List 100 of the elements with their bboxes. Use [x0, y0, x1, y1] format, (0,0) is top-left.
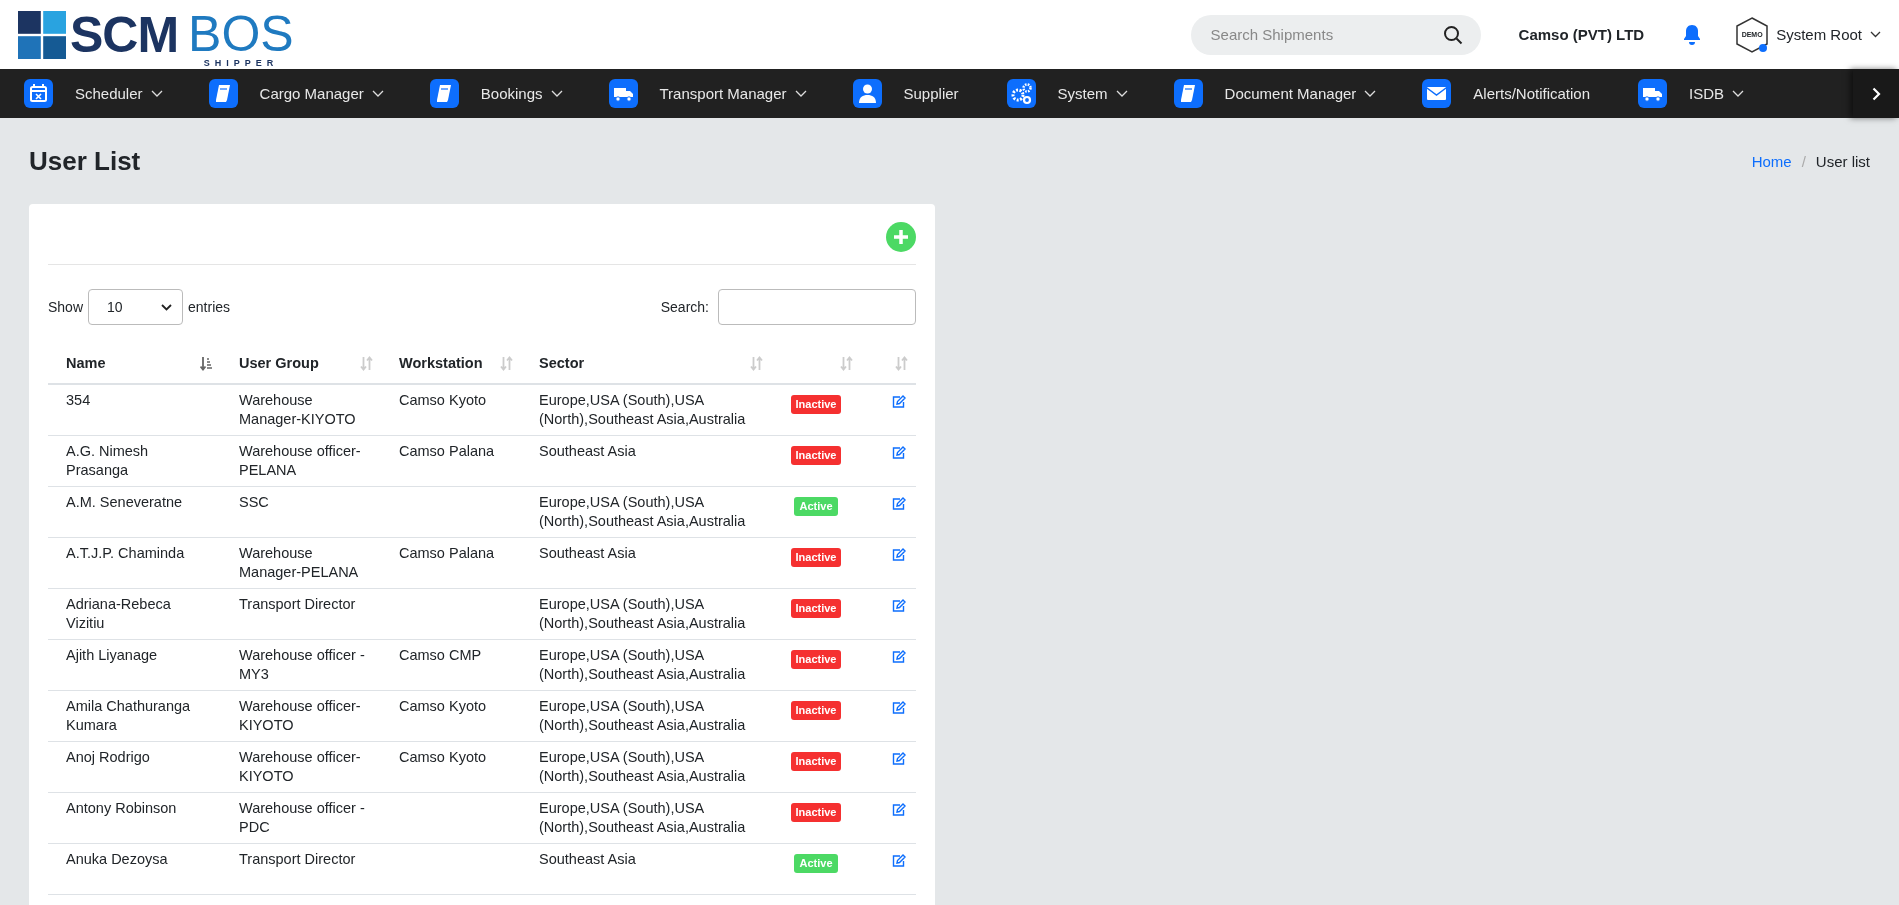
- table-cell: Camso CMP: [399, 647, 482, 663]
- nav-menu-item[interactable]: Document Manager: [1173, 79, 1377, 108]
- logo-squares-icon: [18, 10, 66, 59]
- search-label: Search:: [660, 299, 709, 315]
- status-badge: Inactive: [790, 701, 842, 720]
- nav-menu-item[interactable]: System: [1006, 79, 1128, 108]
- table-cell: Adriana-Rebeca Vizitiu: [66, 596, 171, 631]
- search-icon: [1442, 24, 1463, 45]
- nav-menu-item[interactable]: Bookings: [429, 79, 563, 108]
- entries-label: entries: [188, 299, 231, 315]
- column-header[interactable]: Name: [66, 355, 106, 371]
- status-badge: Inactive: [790, 803, 842, 822]
- status-badge: Inactive: [790, 599, 842, 618]
- column-header[interactable]: Sector: [539, 355, 585, 371]
- breadcrumb-current: User list: [1815, 152, 1870, 170]
- status-badge: Inactive: [790, 650, 842, 669]
- table-cell: Camso Kyoto: [399, 749, 487, 765]
- nav-menu-item[interactable]: Transport Manager: [608, 79, 807, 108]
- truck-icon: [608, 79, 638, 108]
- table-cell: Warehouse Manager-KIYOTO: [239, 392, 356, 427]
- user-icon: [852, 79, 882, 108]
- nav-menu-item[interactable]: ISDB: [1638, 79, 1745, 108]
- status-badge: Inactive: [790, 446, 842, 465]
- edit-icon[interactable]: [892, 650, 906, 663]
- book-icon: [208, 79, 238, 108]
- edit-icon[interactable]: [892, 548, 906, 561]
- table-cell: Warehouse officer - MY3: [239, 647, 365, 682]
- table-cell: Camso Kyoto: [399, 392, 487, 408]
- status-badge: Inactive: [790, 395, 842, 414]
- table-cell: A.G. Nimesh Prasanga: [66, 443, 149, 478]
- table-cell: Camso Palana: [399, 443, 495, 459]
- edit-icon[interactable]: [892, 497, 906, 510]
- status-badge: Active: [794, 854, 838, 873]
- caret-icon: [150, 90, 163, 97]
- caret-icon: [161, 303, 173, 311]
- nav-menu-item[interactable]: Alerts/Notification: [1422, 79, 1593, 108]
- book-icon: [1173, 79, 1203, 108]
- logo-text: BOS: [188, 10, 294, 57]
- table-cell: Europe,USA (South),USA (North),Southeast Asia,Australia: [539, 698, 746, 733]
- caret-icon: [1364, 90, 1377, 97]
- nav-menu-item[interactable]: Cargo Manager: [208, 79, 384, 108]
- edit-icon[interactable]: [892, 752, 906, 765]
- search-field[interactable]: [718, 289, 916, 325]
- logo-tagline: SHIPPER: [203, 56, 279, 69]
- column-header[interactable]: Workstation: [399, 355, 483, 371]
- caret-icon: [1732, 90, 1745, 97]
- caret-icon: [1870, 31, 1881, 38]
- column-header[interactable]: User Group: [239, 355, 319, 371]
- table-cell: Camso Palana: [399, 545, 495, 561]
- table-cell: Anoj Rodrigo: [66, 749, 150, 765]
- edit-icon[interactable]: [892, 854, 906, 867]
- edit-icon[interactable]: [892, 395, 906, 408]
- table-cell: Europe,USA (South),USA (North),Southeast Asia,Australia: [539, 392, 746, 427]
- status-badge: Active: [794, 497, 838, 516]
- status-badge: Inactive: [790, 548, 842, 567]
- table-cell: Southeast Asia: [539, 545, 636, 561]
- caret-icon: [1115, 90, 1128, 97]
- table-cell: Europe,USA (South),USA (North),Southeast Asia,Australia: [539, 596, 746, 631]
- status-badge: Inactive: [790, 752, 842, 771]
- calendar-icon: [24, 79, 53, 108]
- table-cell: Warehouse officer-PELANA: [239, 443, 361, 478]
- table-cell: Camso Kyoto: [399, 698, 487, 714]
- table-cell: Warehouse officer-KIYOTO: [239, 749, 361, 784]
- table-cell: Europe,USA (South),USA (North),Southeast Asia,Australia: [539, 749, 746, 784]
- entries-select[interactable]: 10: [88, 289, 184, 325]
- table-cell: Southeast Asia: [539, 851, 636, 867]
- table-cell: Europe,USA (South),USA (North),Southeast Asia,Australia: [539, 494, 746, 529]
- company-name: Camso (PVT) LTD: [1518, 26, 1645, 43]
- edit-icon[interactable]: [892, 803, 906, 816]
- table-cell: Warehouse officer - PDC: [239, 800, 365, 835]
- nav-menu-item[interactable]: Supplier: [852, 79, 961, 108]
- table-cell: Warehouse officer-KIYOTO: [239, 698, 361, 733]
- table-cell: Europe,USA (South),USA (North),Southeast Asia,Australia: [539, 800, 746, 835]
- table-cell: Amila Chathuranga Kumara: [66, 698, 191, 733]
- gears-icon: [1006, 79, 1036, 108]
- nav-menu-item[interactable]: Scheduler: [24, 79, 163, 108]
- envelope-icon: [1422, 79, 1452, 108]
- caret-icon: [794, 90, 807, 97]
- logo-text: SCM: [70, 10, 179, 59]
- caret-icon: [550, 90, 563, 97]
- chevron-right-icon: [1871, 86, 1881, 101]
- table-cell: Anuka Dezoysa: [66, 851, 168, 867]
- search-field[interactable]: Search Shipments: [1190, 14, 1481, 55]
- table-cell: A.T.J.P. Chaminda: [66, 545, 185, 561]
- page-title: User List: [29, 145, 141, 177]
- edit-icon[interactable]: [892, 446, 906, 459]
- truck-icon: [1638, 79, 1668, 108]
- table-cell: Transport Director: [239, 596, 356, 612]
- sort-icon[interactable]: [200, 355, 213, 371]
- table-cell: Ajith Liyanage: [66, 647, 158, 663]
- bell-icon[interactable]: [1682, 23, 1703, 46]
- table-cell: Southeast Asia: [539, 443, 636, 459]
- breadcrumb-link[interactable]: Home: [1751, 152, 1792, 170]
- table-cell: 354: [66, 392, 91, 408]
- edit-icon[interactable]: [892, 701, 906, 714]
- table-cell: Warehouse Manager-PELANA: [239, 545, 359, 580]
- caret-icon: [371, 90, 384, 97]
- edit-icon[interactable]: [892, 599, 906, 612]
- show-label: Show: [48, 299, 84, 315]
- book-icon: [429, 79, 459, 108]
